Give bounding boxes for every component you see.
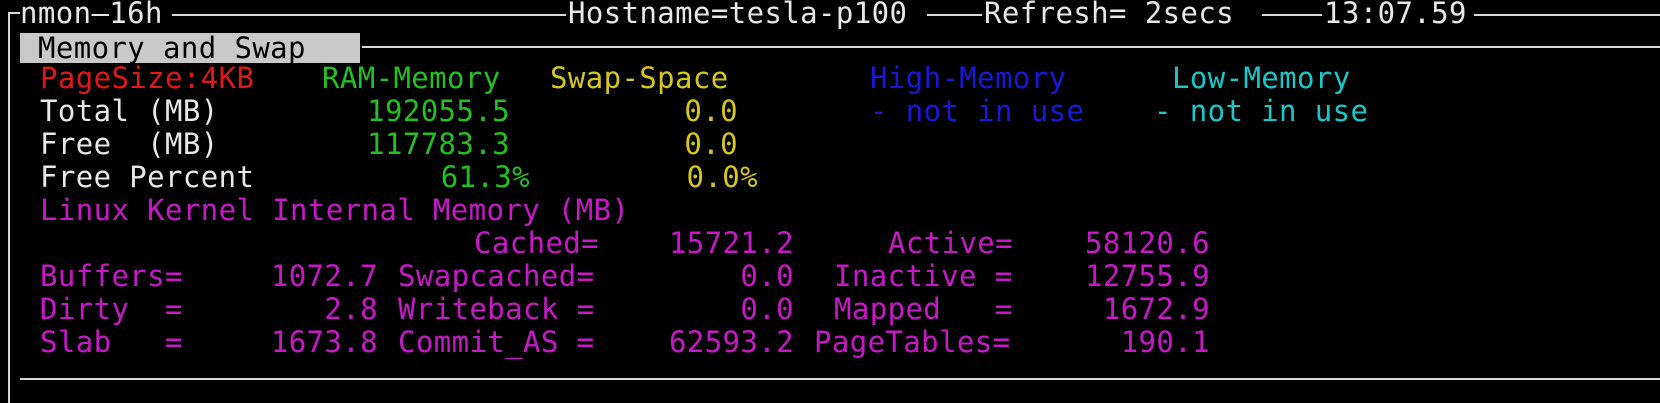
header-rule-3 <box>1262 14 1322 16</box>
swap-free-percent-value: 0.0% <box>686 160 758 194</box>
active-value: 58120.6 <box>1084 226 1210 260</box>
free-label: Free (MB) <box>40 127 219 161</box>
active-label: Active= <box>888 226 1014 260</box>
writeback-value: 0.0 <box>740 292 794 326</box>
clock-time: 13:07.59 <box>1324 0 1467 30</box>
ram-free-percent-value: 61.3% <box>440 160 530 194</box>
cached-value: 15721.2 <box>668 226 794 260</box>
cached-label: Cached= <box>474 226 600 260</box>
mapped-label: Mapped = <box>834 292 1013 326</box>
border-left <box>8 12 10 403</box>
buffers-value: 1072.7 <box>270 259 378 293</box>
ram-free-value: 117783.3 <box>367 127 510 161</box>
swap-space-header: Swap-Space <box>550 61 729 95</box>
slab-value: 1673.8 <box>270 325 378 359</box>
dirty-label: Dirty = <box>40 292 183 326</box>
pane-rule <box>362 46 1660 48</box>
swapcached-label: Swapcached= <box>398 259 595 293</box>
swap-free-value: 0.0 <box>684 127 738 161</box>
header-rule-2 <box>927 14 982 16</box>
commit-as-label: Commit_AS = <box>398 325 595 359</box>
kernel-memory-title: Linux Kernel Internal Memory (MB) <box>40 193 630 227</box>
total-label: Total (MB) <box>40 94 219 128</box>
slab-label: Slab = <box>40 325 183 359</box>
refresh-rate: Refresh= 2secs <box>984 0 1235 30</box>
swapcached-value: 0.0 <box>740 259 794 293</box>
mapped-value: 1672.9 <box>1102 292 1210 326</box>
memory-swap-tab[interactable]: Memory and Swap <box>20 31 360 65</box>
hostname: Hostname=tesla-p100 <box>568 0 908 30</box>
commit-as-value: 62593.2 <box>668 325 794 359</box>
low-memory-header: Low-Memory <box>1172 61 1351 95</box>
inactive-label: Inactive = <box>834 259 1013 293</box>
buffers-label: Buffers= <box>40 259 183 293</box>
header-rule-left <box>8 12 20 14</box>
app-title: nmon—16h <box>20 0 163 30</box>
pane-title: Memory and Swap <box>38 31 306 65</box>
swap-total-value: 0.0 <box>684 94 738 128</box>
header-rule-4 <box>1474 14 1660 16</box>
high-memory-status: - not in use <box>870 94 1085 128</box>
writeback-label: Writeback = <box>398 292 595 326</box>
ram-memory-header: RAM-Memory <box>322 61 501 95</box>
free-percent-label: Free Percent <box>40 160 255 194</box>
bottom-rule <box>20 378 1660 380</box>
low-memory-status: - not in use <box>1154 94 1369 128</box>
dirty-value: 2.8 <box>324 292 378 326</box>
header-rule-1 <box>172 14 566 16</box>
ram-total-value: 192055.5 <box>367 94 510 128</box>
high-memory-header: High-Memory <box>870 61 1067 95</box>
pagesize-label: PageSize:4KB <box>40 61 255 95</box>
pagetables-value: 190.1 <box>1120 325 1210 359</box>
inactive-value: 12755.9 <box>1084 259 1210 293</box>
pagetables-label: PageTables= <box>814 325 1011 359</box>
